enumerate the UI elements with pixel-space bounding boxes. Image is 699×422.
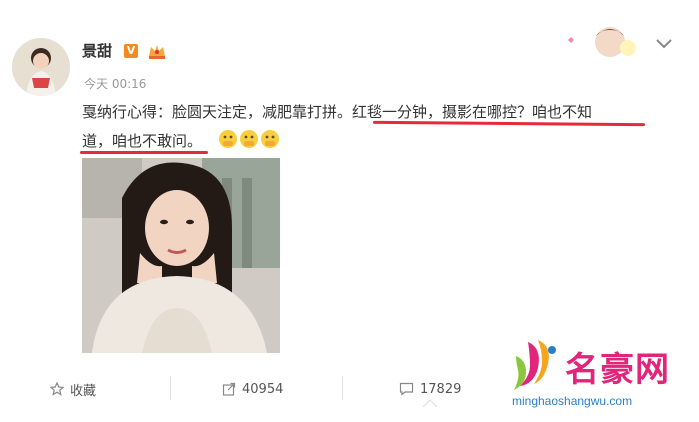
divider [170, 376, 171, 400]
post-text: 戛纳行心得：脸圆天注定，减肥靠打拼。红毯一分钟，摄影在哪控？咱也不知 道，咱也不… [82, 98, 652, 156]
chevron-down-icon[interactable] [655, 38, 673, 50]
active-tab-pointer [423, 399, 437, 407]
red-underline-annotation [80, 151, 208, 154]
share-icon [222, 382, 236, 396]
author-name[interactable]: 景甜 [82, 40, 112, 61]
author-avatar[interactable] [12, 38, 70, 96]
divider [342, 376, 343, 400]
star-icon [50, 382, 64, 396]
favorite-label: 收藏 [70, 383, 97, 399]
emoji-icon [219, 130, 279, 148]
comment-count: 17829 [420, 381, 462, 397]
verified-badge: V [124, 44, 138, 58]
site-watermark: 名豪网 minghaoshangwu.com [508, 336, 692, 414]
post-timestamp[interactable]: 今天 00:16 [84, 75, 146, 92]
watermark-url: minghaoshangwu.com [512, 394, 633, 408]
weibo-post-card: 景甜 V 今天 00:16 戛纳行心得：脸圆天注定，减肥靠打拼。红毯一分钟，摄影… [0, 0, 699, 422]
crown-icon [149, 45, 165, 59]
decorative-sticker-icon [568, 27, 636, 57]
post-photo[interactable] [82, 158, 280, 353]
post-text-line1: 戛纳行心得：脸圆天注定，减肥靠打拼。红毯一分钟，摄影在哪控？咱也不知 [82, 103, 593, 121]
watermark-logo-icon [514, 340, 556, 390]
repost-count: 40954 [242, 381, 284, 397]
comment-icon [399, 382, 414, 396]
repost-button[interactable]: 40954 [222, 374, 283, 404]
post-text-line2: 道，咱也不敢问。 [82, 132, 203, 150]
favorite-button[interactable]: 收藏 [50, 374, 96, 404]
watermark-title: 名豪网 [565, 350, 670, 390]
